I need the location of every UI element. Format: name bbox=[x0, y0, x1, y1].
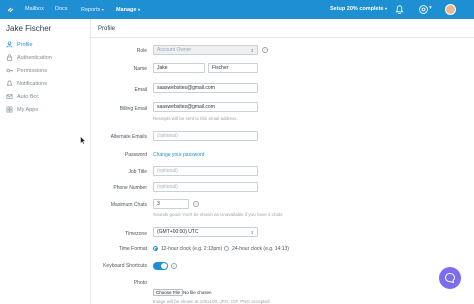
info-icon[interactable]: i bbox=[262, 47, 268, 53]
photo-label: Photo bbox=[133, 280, 147, 286]
profile-panel: Profile Role Account Owner ⇕ i Name Jake… bbox=[91, 19, 474, 304]
max-chats-field[interactable]: 3 bbox=[153, 199, 189, 209]
alternate-emails-label: Alternate Emails bbox=[110, 134, 147, 140]
sidebar-item-label: Authentication bbox=[17, 55, 52, 61]
nav-mailbox[interactable]: Mailbox bbox=[25, 6, 44, 13]
time-format-24-label[interactable]: 24-hour clock (e.g. 14:13) bbox=[232, 246, 289, 252]
name-label: Name bbox=[133, 66, 147, 72]
time-format-12-radio[interactable] bbox=[153, 246, 158, 251]
choose-file-button[interactable]: Choose File bbox=[153, 289, 184, 296]
role-select: Account Owner ⇕ bbox=[153, 45, 258, 55]
chevron-down-icon: ▾ bbox=[138, 7, 141, 12]
job-title-field[interactable]: (optional) bbox=[153, 166, 258, 176]
nav-manage-label: Manage bbox=[116, 7, 137, 13]
nav-reports-label: Reports bbox=[81, 7, 101, 13]
timezone-label: Timezone bbox=[125, 231, 147, 237]
bell-icon[interactable] bbox=[394, 4, 405, 15]
setup-progress-button[interactable]: Setup 20% complete ▾ bbox=[330, 6, 387, 12]
sidebar-item-authentication[interactable]: Authentication bbox=[6, 54, 86, 62]
info-icon[interactable]: i bbox=[171, 263, 177, 269]
email-label: Email bbox=[134, 87, 147, 93]
sidebar-item-label: Profile bbox=[17, 42, 33, 48]
billing-email-hint: Receipts will be sent to this email addr… bbox=[153, 116, 238, 121]
help-circle-icon[interactable] bbox=[418, 4, 429, 15]
sidebar-user-name: Jake Fischer bbox=[6, 24, 52, 33]
change-password-link[interactable]: Change your password bbox=[153, 152, 204, 158]
timezone-value: (GMT+00:00) UTC bbox=[157, 229, 199, 235]
last-name-field[interactable]: Fischer bbox=[208, 63, 258, 73]
chat-icon bbox=[444, 272, 456, 284]
phone-field[interactable]: (optional) bbox=[153, 182, 258, 192]
time-format-24-radio[interactable] bbox=[224, 246, 229, 251]
billing-email-field[interactable]: saaswebsites@gmail.com bbox=[153, 102, 258, 112]
setup-progress-label: Setup 20% complete bbox=[330, 6, 384, 12]
sidebar-item-label: My Apps bbox=[17, 107, 39, 113]
lock-icon bbox=[6, 54, 13, 61]
sidebar-item-my-apps[interactable]: My Apps bbox=[6, 106, 86, 114]
first-name-field[interactable]: Jake bbox=[153, 63, 205, 73]
mail-icon bbox=[6, 94, 13, 99]
sidebar-item-auto-bcc[interactable]: Auto Bcc bbox=[6, 93, 86, 101]
role-label: Role bbox=[136, 48, 147, 54]
chevron-down-icon[interactable]: ▾ bbox=[429, 5, 432, 12]
chevron-updown-icon: ⇕ bbox=[250, 230, 254, 235]
divider bbox=[91, 37, 474, 38]
phone-label: Phone Number bbox=[113, 185, 147, 191]
photo-hint: Image will be shown at 100x100, JPG, GIF… bbox=[153, 299, 270, 304]
sidebar: Jake Fischer Profile Authentication Perm… bbox=[0, 19, 91, 304]
max-chats-hint: Sounds good! You'll be shown as Unavaila… bbox=[153, 212, 283, 217]
sidebar-item-permissions[interactable]: Permissions bbox=[6, 67, 86, 75]
keyboard-shortcuts-toggle[interactable] bbox=[153, 262, 168, 270]
person-icon bbox=[6, 41, 13, 48]
role-value: Account Owner bbox=[157, 47, 192, 53]
max-chats-label: Maximum Chats bbox=[110, 202, 147, 208]
job-title-label: Job Title bbox=[128, 169, 147, 175]
sidebar-item-notifications[interactable]: Notifications bbox=[6, 80, 86, 88]
timezone-select[interactable]: (GMT+00:00) UTC ⇕ bbox=[153, 227, 258, 237]
keyboard-shortcuts-label: Keyboard Shortcuts bbox=[103, 263, 147, 269]
no-file-chosen-text: No file chosen bbox=[183, 290, 212, 295]
avatar[interactable] bbox=[445, 4, 456, 15]
alternate-emails-field[interactable]: (optional) bbox=[153, 131, 258, 141]
info-icon[interactable]: i bbox=[193, 201, 199, 207]
sidebar-item-label: Auto Bcc bbox=[17, 94, 40, 100]
nav-manage[interactable]: Manage ▾ bbox=[116, 6, 140, 14]
chat-beacon-button[interactable] bbox=[439, 267, 461, 289]
password-label: Password bbox=[125, 152, 147, 158]
time-format-label: Time Format bbox=[118, 246, 147, 252]
chevron-down-icon: ▾ bbox=[385, 6, 388, 11]
top-nav-bar: Mailbox Docs Reports ▾ Manage ▾ Setup 20… bbox=[0, 0, 474, 19]
sidebar-item-profile[interactable]: Profile bbox=[6, 41, 86, 49]
helpscout-logo-icon[interactable] bbox=[5, 4, 16, 15]
apps-icon bbox=[6, 106, 13, 113]
bell-icon bbox=[6, 80, 13, 86]
billing-email-label: Billing Email bbox=[119, 106, 147, 112]
time-format-12-label[interactable]: 12-hour clock (e.g. 2:13pm) bbox=[161, 246, 222, 252]
chevron-updown-icon: ⇕ bbox=[250, 48, 254, 53]
sidebar-item-label: Permissions bbox=[17, 68, 47, 74]
email-field[interactable]: saaswebsites@gmail.com bbox=[153, 83, 258, 93]
key-icon bbox=[6, 68, 13, 73]
sidebar-item-label: Notifications bbox=[17, 81, 47, 87]
page-title: Profile bbox=[98, 26, 116, 32]
chevron-down-icon: ▾ bbox=[101, 7, 104, 12]
mouse-cursor-icon bbox=[80, 136, 86, 145]
nav-docs[interactable]: Docs bbox=[55, 6, 68, 13]
nav-reports[interactable]: Reports ▾ bbox=[81, 6, 104, 14]
